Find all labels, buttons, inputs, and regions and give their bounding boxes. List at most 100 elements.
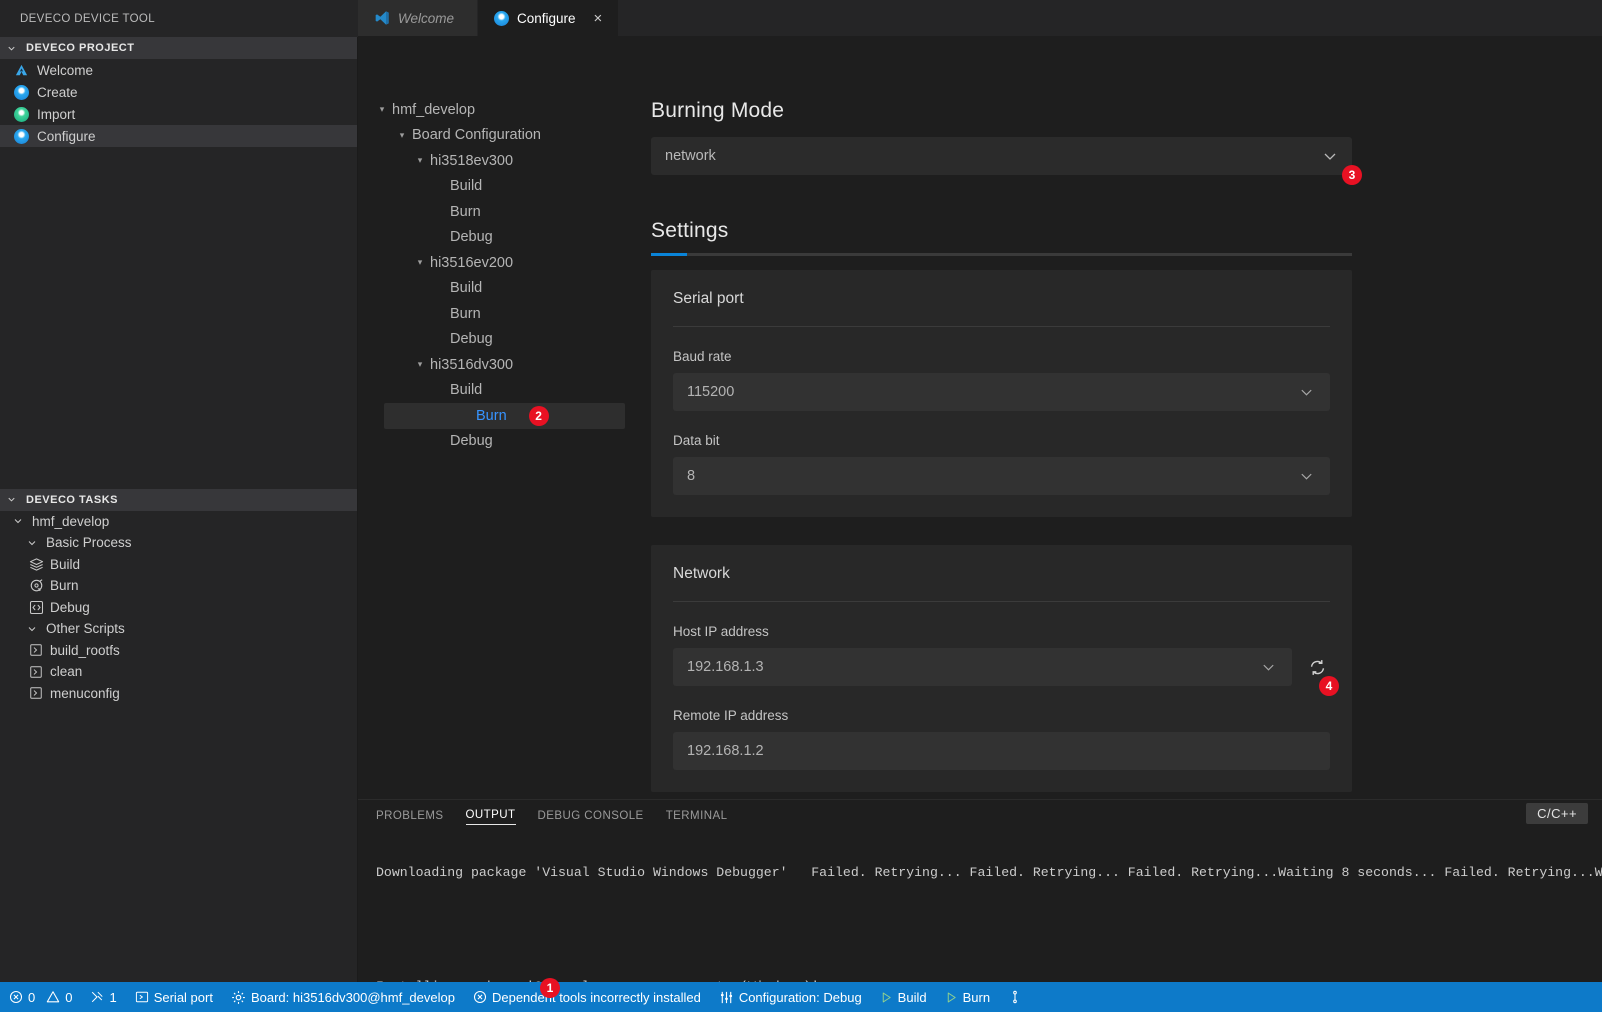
terminal-arrow-icon	[135, 990, 149, 1004]
remote-ports-icon	[90, 990, 104, 1004]
cfg-label: Debug	[450, 331, 493, 348]
blue-circle-icon	[494, 10, 509, 26]
green-circle-icon	[14, 106, 29, 122]
cfg-node-hi3516dv300[interactable]: ▾ Build hi3516dv300	[358, 352, 633, 378]
cfg-label: Burn	[476, 407, 507, 424]
status-burn-button[interactable]: Burn	[936, 982, 999, 1012]
status-configuration[interactable]: Configuration: Debug	[710, 982, 871, 1012]
error-count: 0	[28, 989, 36, 1005]
close-icon[interactable]: ×	[594, 11, 603, 26]
tab-output[interactable]: OUTPUT	[465, 809, 516, 825]
task-burn[interactable]: Burn	[0, 575, 357, 597]
status-ports[interactable]: 1	[81, 982, 125, 1012]
output-console[interactable]: Downloading package 'Visual Studio Windo…	[358, 834, 1602, 982]
twisty-icon[interactable]: ▾	[410, 359, 430, 370]
sidebar-item-create[interactable]: Create	[0, 81, 357, 103]
settings-underline	[651, 253, 1352, 256]
sidebar-item-label: Import	[37, 106, 76, 122]
gear-icon	[231, 990, 246, 1005]
cfg-label: hmf_develop	[392, 101, 476, 118]
baud-rate-select[interactable]: 115200	[673, 373, 1330, 411]
status-serial-port[interactable]: Serial port	[126, 982, 222, 1012]
tab-configure[interactable]: Configure ×	[478, 0, 620, 36]
remote-ip-input[interactable]: 192.168.1.2	[673, 732, 1330, 770]
section-title: DEVECO PROJECT	[26, 42, 135, 54]
remote-ip-value: 192.168.1.2	[687, 743, 764, 759]
burn-icon	[28, 578, 44, 594]
sidebar-bottom-filler	[0, 704, 357, 982]
status-build-button[interactable]: Build	[871, 982, 936, 1012]
task-menuconfig[interactable]: menuconfig	[0, 683, 357, 705]
sidebar-item-label: Welcome	[37, 62, 94, 78]
tab-problems[interactable]: PROBLEMS	[376, 810, 444, 825]
data-bit-select[interactable]: 8	[673, 457, 1330, 495]
task-label: build_rootfs	[50, 642, 120, 658]
burning-mode-title: Burning Mode	[651, 99, 785, 122]
task-group-hmf-develop[interactable]: hmf_develop	[0, 511, 357, 533]
twisty-icon[interactable]: ▾	[410, 257, 430, 268]
build-label: Build	[897, 989, 927, 1005]
status-git-branch[interactable]	[999, 982, 1036, 1012]
cfg-node-hi3518ev300-debug[interactable]: Debug	[358, 225, 633, 251]
cfg-node-hi3516ev200-debug[interactable]: Debug	[358, 327, 633, 353]
sidebar-item-import[interactable]: Import	[0, 103, 357, 125]
cfg-node-hi3516ev200[interactable]: ▾ hi3516ev200	[358, 250, 633, 276]
step-badge-4: 4	[1319, 676, 1339, 696]
top-row: DEVECO DEVICE TOOL Welcome Configure ×	[0, 0, 1602, 37]
step-badge-3: 3	[1342, 165, 1362, 185]
configuration-label: Configuration: Debug	[738, 989, 862, 1005]
settings-title: Settings	[651, 219, 729, 242]
task-clean[interactable]: clean	[0, 661, 357, 683]
refresh-host-ip-button[interactable]: 4	[1304, 654, 1339, 696]
host-ip-value: 192.168.1.3	[687, 659, 764, 675]
cfg-node-hi3516ev200-build[interactable]: Build	[358, 276, 633, 302]
cfg-node-hi3518ev300-burn[interactable]: Burn	[358, 199, 633, 225]
status-board[interactable]: Board: hi3516dv300@hmf_develop 1	[222, 978, 560, 1012]
cfg-node-board-configuration[interactable]: ▾ Board Configuration	[358, 123, 633, 149]
cfg-node-hi3518ev300-build[interactable]: Build	[358, 174, 633, 200]
section-header-deveco-project[interactable]: DEVECO PROJECT	[0, 37, 357, 59]
cfg-node-hi3516ev200-burn[interactable]: Burn	[358, 301, 633, 327]
cfg-label: Debug	[450, 229, 493, 246]
tab-label: Configure	[517, 10, 576, 26]
twisty-icon[interactable]: ▾	[410, 155, 430, 166]
git-branch-icon	[1008, 990, 1022, 1004]
remote-ip-label: Remote IP address	[673, 708, 789, 723]
status-dependent-tools[interactable]: Dependent tools incorrectly installed	[464, 982, 710, 1012]
host-ip-select[interactable]: 192.168.1.3	[673, 648, 1292, 686]
task-build-rootfs[interactable]: build_rootfs	[0, 640, 357, 662]
cfg-label: Build	[450, 280, 483, 297]
cfg-node-hi3516dv300-burn[interactable]: Burn 2	[384, 403, 625, 429]
task-group-other-scripts[interactable]: Other Scripts	[0, 618, 357, 640]
twisty-icon[interactable]: ▾	[392, 130, 412, 141]
output-source-selector[interactable]: C/C++	[1526, 803, 1588, 824]
step-badge-2: 2	[528, 405, 549, 426]
task-label: Other Scripts	[46, 621, 125, 637]
task-debug[interactable]: Debug	[0, 597, 357, 619]
blue-circle-icon	[14, 128, 29, 144]
tab-terminal[interactable]: TERMINAL	[666, 810, 728, 825]
cfg-node-hmf-develop[interactable]: ▾ hmf_develop	[358, 97, 633, 123]
cfg-node-hi3518ev300[interactable]: ▾ hi3518ev300	[358, 148, 633, 174]
burning-mode-select[interactable]: network 3	[651, 137, 1362, 185]
task-label: Burn	[50, 578, 79, 594]
script-icon	[28, 642, 44, 658]
section-header-deveco-tasks[interactable]: DEVECO TASKS	[0, 488, 357, 511]
sidebar-item-welcome[interactable]: Welcome	[0, 59, 357, 81]
error-circle-icon	[473, 990, 487, 1004]
cfg-node-hi3516dv300-debug[interactable]: Debug	[358, 429, 633, 455]
dependent-tools-label: Dependent tools incorrectly installed	[491, 989, 701, 1005]
panel-tab-bar: PROBLEMS OUTPUT DEBUG CONSOLE TERMINAL C…	[358, 800, 1602, 834]
sidebar-item-configure[interactable]: Configure	[0, 125, 357, 147]
serial-port-card-title: Serial port	[673, 290, 744, 307]
network-card: Network Host IP address 192.168.1.3 4 Re…	[651, 545, 1352, 792]
task-build[interactable]: Build	[0, 554, 357, 576]
cfg-node-hi3516dv300-build[interactable]: Build	[358, 378, 633, 404]
task-group-basic-process[interactable]: Basic Process	[0, 532, 357, 554]
configure-view: ▾ hmf_develop ▾ Board Configuration ▾ hi…	[358, 37, 1602, 799]
twisty-icon[interactable]: ▾	[372, 104, 392, 115]
sidebar-title: DEVECO DEVICE TOOL	[0, 0, 358, 37]
status-errors-warnings[interactable]: 0 0	[0, 982, 81, 1012]
tab-welcome[interactable]: Welcome	[358, 0, 478, 36]
tab-debug-console[interactable]: DEBUG CONSOLE	[538, 810, 644, 825]
